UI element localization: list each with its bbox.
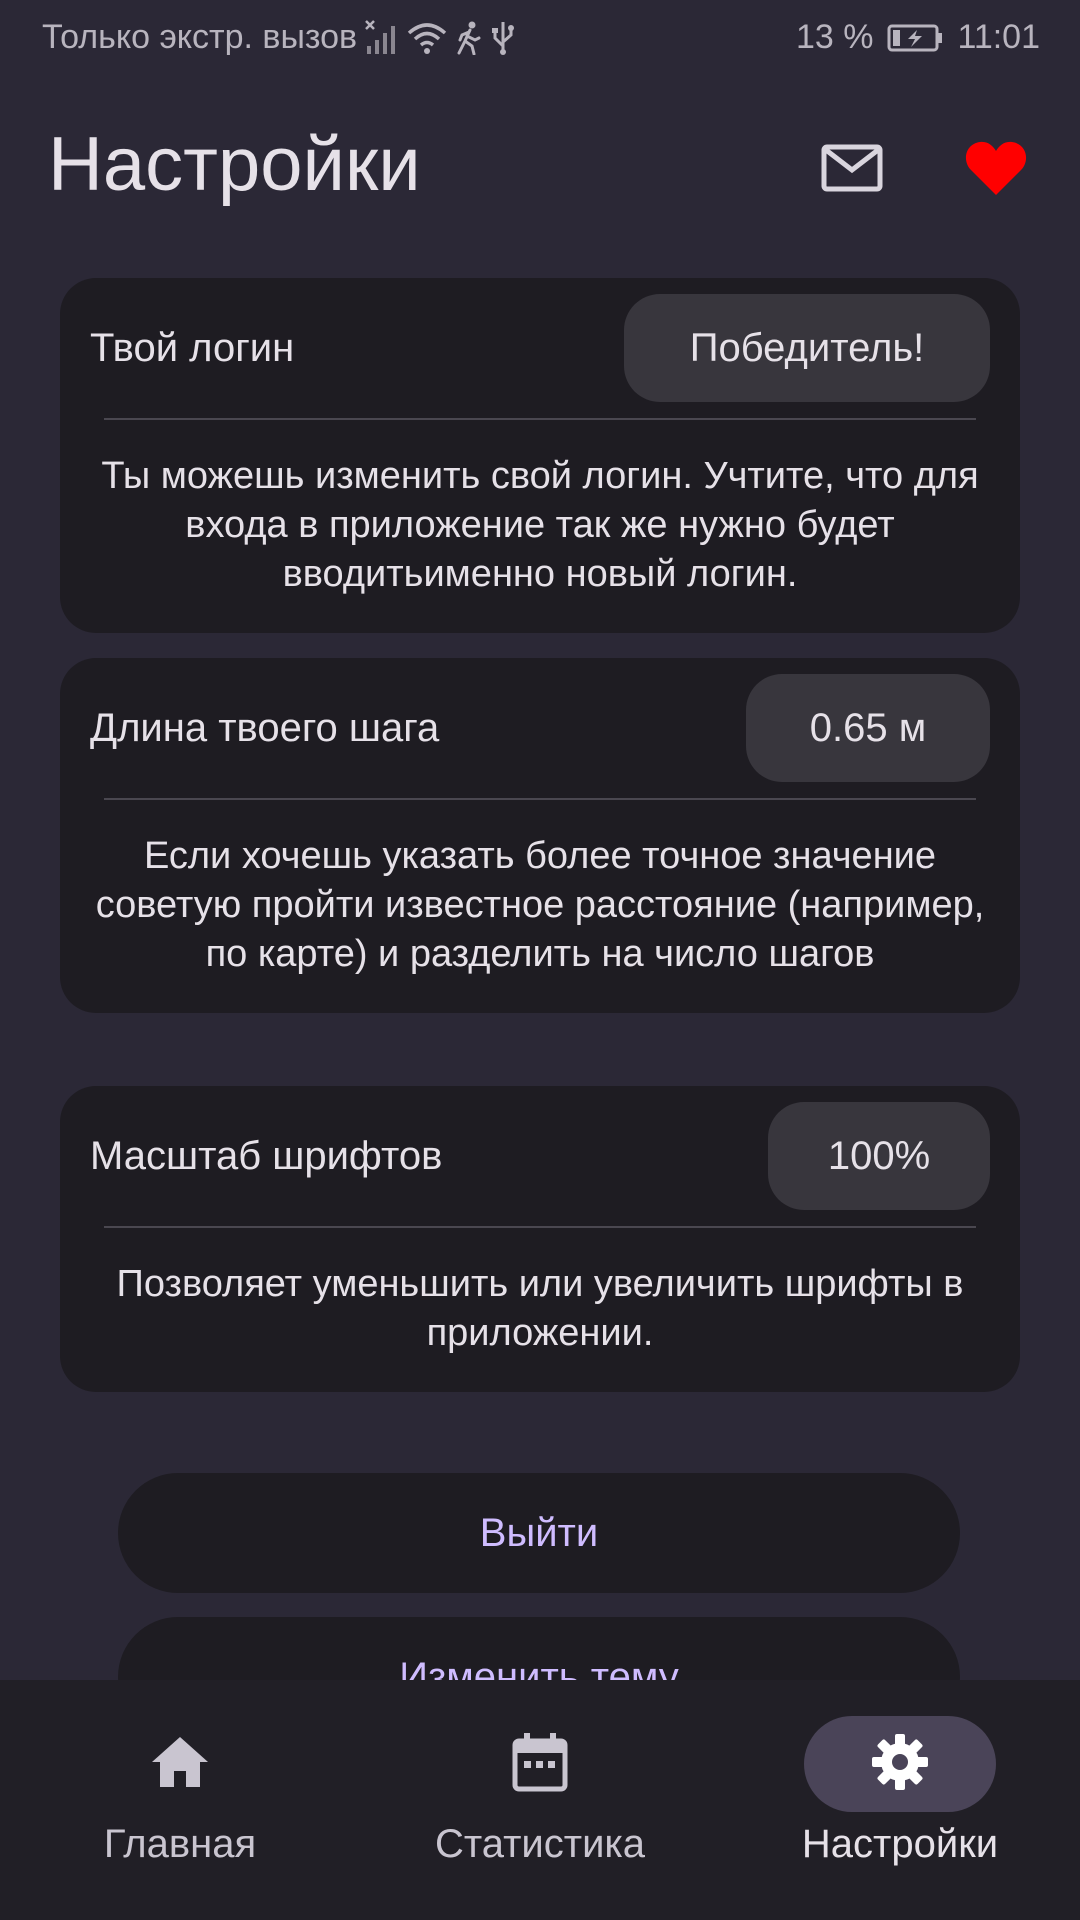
step-length-description: Если хочешь указать более точное значени… <box>95 835 985 975</box>
heart-icon <box>964 139 1028 202</box>
font-scale-label: Масштаб шрифтов <box>90 1134 443 1178</box>
step-length-value-button[interactable]: 0.65 м <box>746 674 990 782</box>
battery-charging-icon <box>887 23 943 53</box>
calendar-icon <box>512 1732 568 1797</box>
walking-icon <box>455 21 483 55</box>
clock: 11:01 <box>957 18 1040 56</box>
login-value-button[interactable]: Победитель! <box>624 294 990 402</box>
bottom-navigation: Главная Статистика Настройки <box>0 1680 1080 1920</box>
carrier-text: Только экстр. вызов <box>42 18 358 56</box>
login-card: Твой логин Победитель! Ты можешь изменит… <box>60 278 1020 633</box>
nav-pill <box>444 1716 636 1812</box>
nav-pill <box>84 1716 276 1812</box>
mail-icon <box>821 144 883 197</box>
nav-item-statistics[interactable]: Статистика <box>360 1680 720 1920</box>
nav-label-statistics: Статистика <box>434 1822 646 1866</box>
login-label: Твой логин <box>90 326 295 370</box>
gear-icon <box>870 1732 930 1797</box>
nav-item-settings[interactable]: Настройки <box>720 1680 1080 1920</box>
nav-label-home: Главная <box>103 1822 257 1866</box>
nav-item-home[interactable]: Главная <box>0 1680 360 1920</box>
font-scale-description: Позволяет уменьшить или увеличить шрифты… <box>116 1263 964 1354</box>
favorite-button[interactable] <box>956 130 1036 210</box>
logout-button[interactable]: Выйти <box>118 1473 960 1593</box>
usb-icon <box>491 20 515 56</box>
home-icon <box>150 1735 210 1794</box>
status-bar: Только экстр. вызов 13 % 11:01 <box>0 0 1080 76</box>
step-length-card: Длина твоего шага 0.65 м Если хочешь ука… <box>60 658 1020 1013</box>
nav-label-settings: Настройки <box>801 1822 999 1866</box>
font-scale-value-button[interactable]: 100% <box>768 1102 990 1210</box>
mail-button[interactable] <box>812 130 892 210</box>
nav-pill-active <box>804 1716 996 1812</box>
signal-icon <box>365 19 399 56</box>
wifi-icon <box>407 21 447 55</box>
battery-percent: 13 % <box>795 18 874 56</box>
login-description: Ты можешь изменить свой логин. Учтите, ч… <box>101 455 979 595</box>
page-title: Настройки <box>48 122 421 207</box>
step-length-label: Длина твоего шага <box>90 706 440 750</box>
font-scale-card: Масштаб шрифтов 100% Позволяет уменьшить… <box>60 1086 1020 1392</box>
